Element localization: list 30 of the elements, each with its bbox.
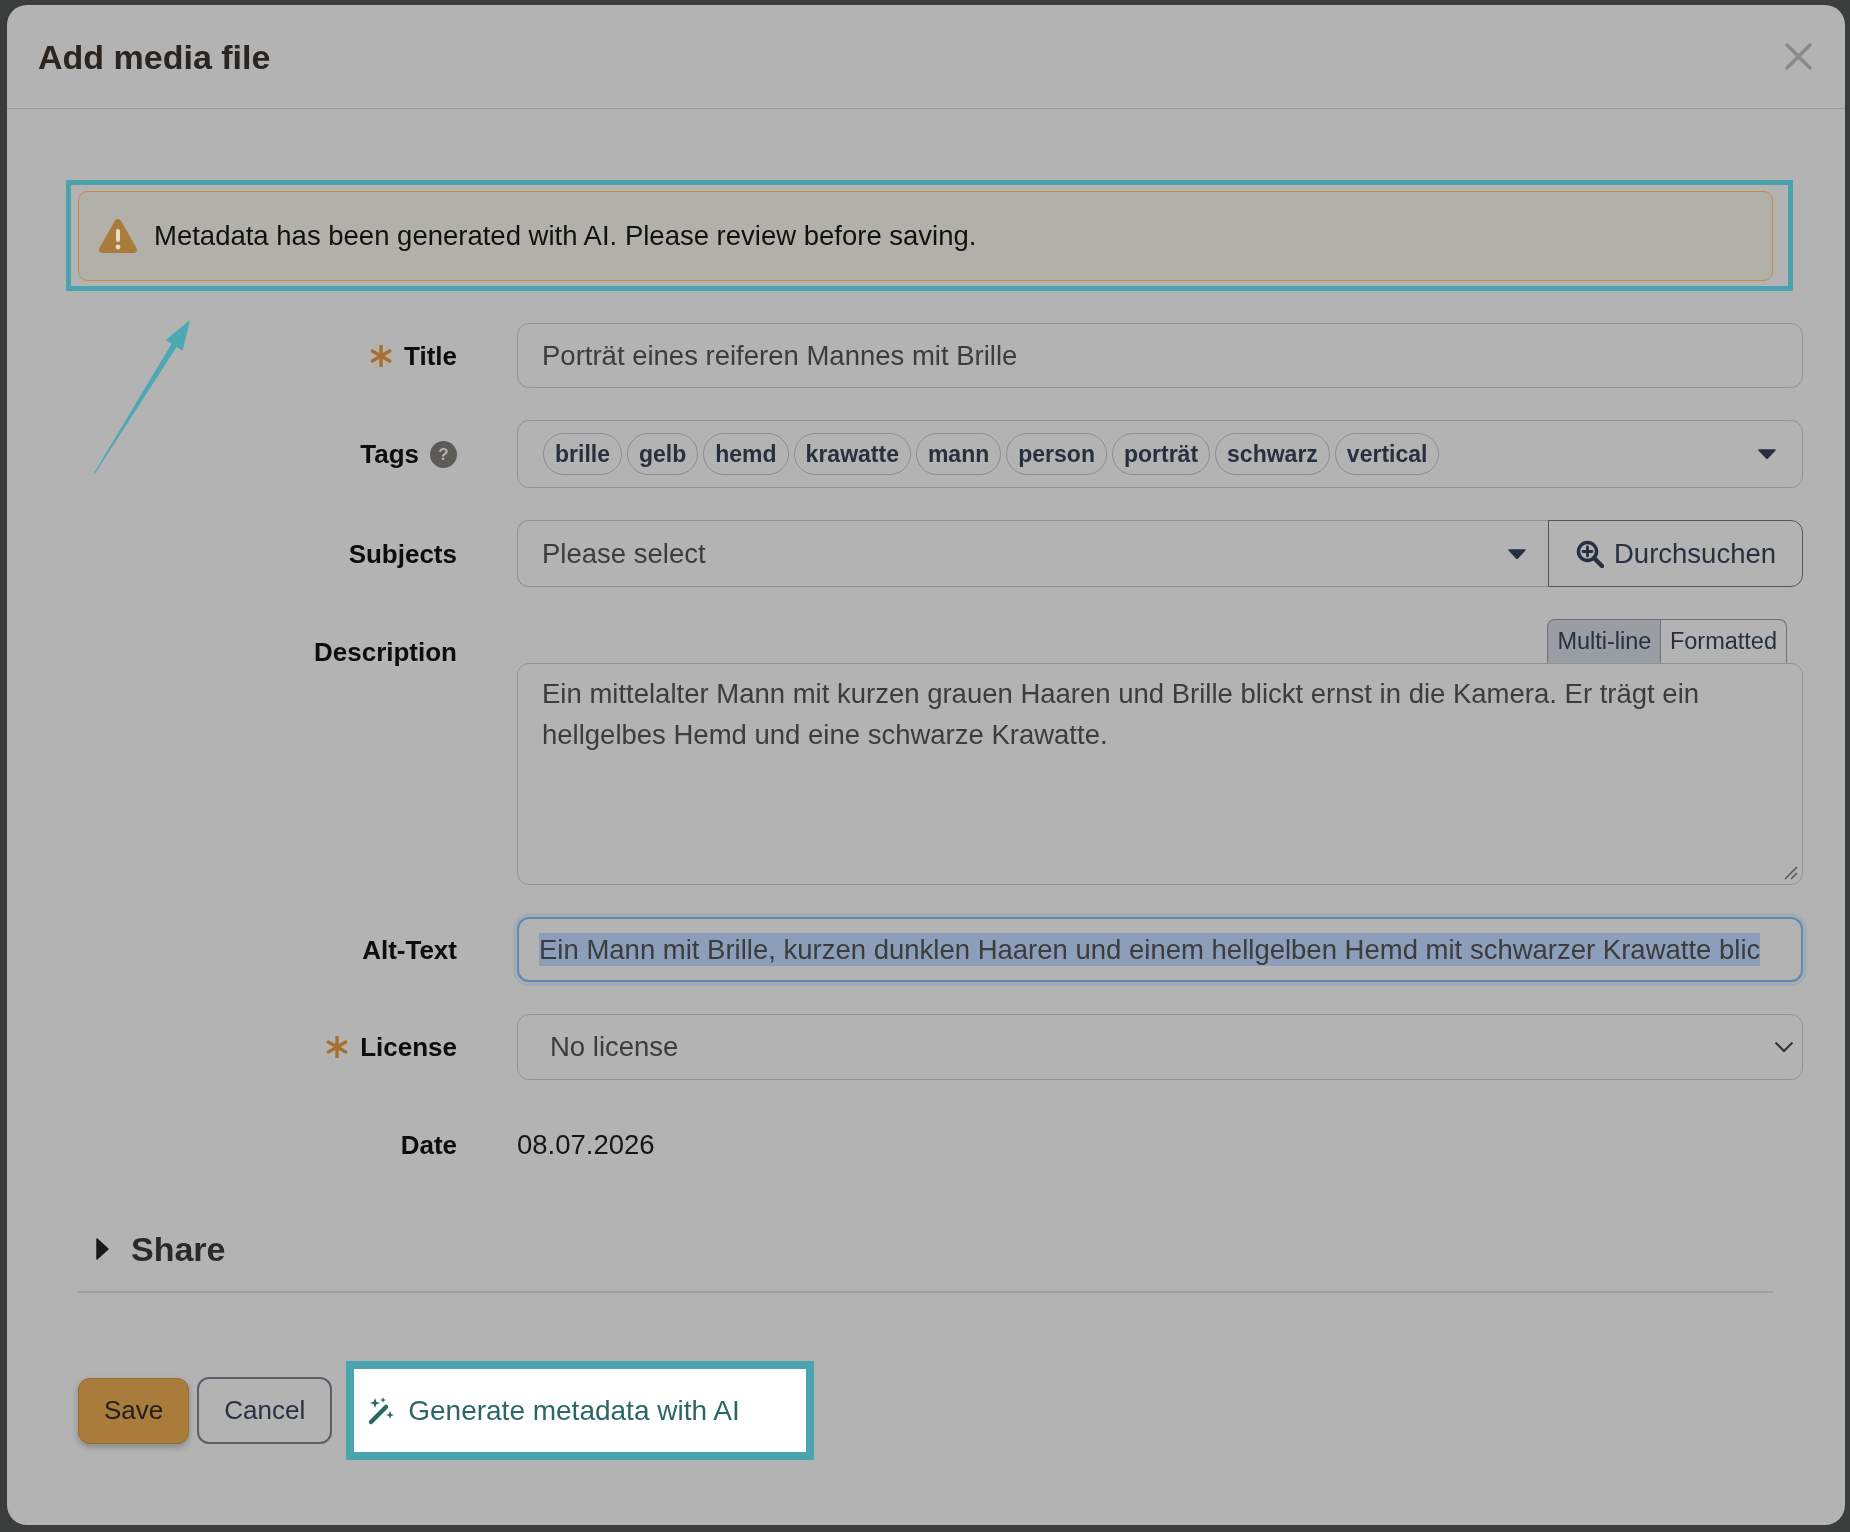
cancel-button[interactable]: Cancel [197, 1377, 333, 1444]
select-field[interactable]: Please select [517, 520, 1548, 587]
text-field[interactable]: Ein Mann mit Brille, kurzen dunklen Haaren und einem hellgelben Hemd mit schwarzer Krawatte blic [513, 913, 1807, 986]
field-label: Alt-Text [362, 934, 457, 965]
select-field[interactable]: No license [517, 1014, 1803, 1080]
text-field[interactable]: Porträt eines reiferen Mannes mit Brille [517, 323, 1803, 388]
caret-down-icon[interactable] [1758, 449, 1776, 459]
field-label: Date [400, 1129, 457, 1160]
chevron-down-icon [1774, 1041, 1794, 1053]
search-icon [1576, 539, 1604, 568]
help-icon[interactable]: ? [430, 440, 457, 468]
textarea-field[interactable]: Ein mittelalter Mann mit kurzen grauen Haaren und Brille blickt ernst in die Kamera. Er trägt ein hellgelbes Hemd und eine schwarze Krawatte. [517, 663, 1803, 885]
save-button[interactable]: Save [78, 1377, 190, 1444]
field-value: 08.07.2026 [517, 1127, 655, 1162]
caret-down-icon [1508, 548, 1526, 559]
generate-ai-button[interactable]: Generate metadata with AI [354, 1369, 807, 1452]
field-label: Tags [360, 439, 419, 469]
mode-tab[interactable]: Multi-line [1547, 619, 1662, 663]
tags-field[interactable]: brille gelb hemd krawatte mann person porträt schwarz vertical [517, 420, 1803, 488]
share-toggle[interactable]: Share [87, 1226, 230, 1272]
field-label: Description [313, 637, 457, 667]
resize-handle-icon[interactable] [1784, 866, 1798, 880]
field-label: Title [404, 340, 457, 371]
dialog-title: Add media file [38, 36, 271, 77]
field-label: Subjects [348, 538, 457, 569]
mode-tab[interactable]: Formatted [1659, 619, 1787, 663]
field-label: License [360, 1032, 457, 1062]
search-button[interactable]: Durchsuchen [1548, 520, 1803, 587]
alert-message: Metadata has been generated with AI. Please review before saving. [154, 219, 977, 254]
warning-icon [98, 218, 138, 254]
